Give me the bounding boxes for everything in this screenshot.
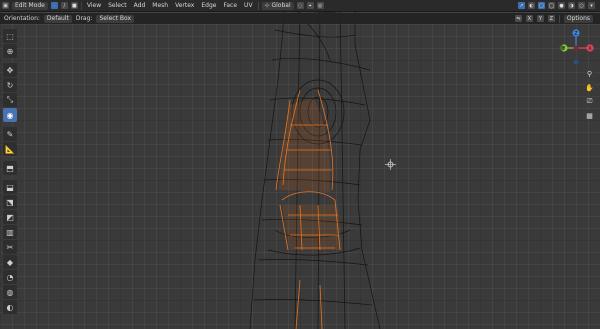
menu-add[interactable]: Add <box>132 2 148 9</box>
menu-face[interactable]: Face <box>221 2 239 9</box>
pivot-point-icon[interactable]: ◌ <box>296 2 304 9</box>
toolbar-gap <box>3 59 19 62</box>
menu-view[interactable]: View <box>85 2 103 9</box>
drag-label: Drag: <box>75 15 93 22</box>
toolbar-gap <box>3 123 19 126</box>
tool-select-box[interactable]: ⬚ <box>3 29 17 43</box>
gizmo-neg-z-handle[interactable] <box>573 59 579 65</box>
snap-icon[interactable]: ⌖ <box>306 2 314 9</box>
tool-annotate[interactable]: ✎ <box>3 127 17 141</box>
shading-wireframe-icon[interactable]: ◯ <box>548 2 555 9</box>
gizmo-x-label: X <box>588 46 592 52</box>
options-dropdown[interactable]: Options <box>563 14 593 23</box>
drag-value: Select Box <box>99 14 132 22</box>
options-label: Options <box>566 14 590 22</box>
orientation-icon: ⊹ <box>264 1 272 9</box>
tool-poly-build[interactable]: ◆ <box>3 255 17 269</box>
proportional-edit-icon[interactable]: ◎ <box>316 2 324 9</box>
transform-orientation-dropdown[interactable]: ⊹ Global <box>261 1 294 10</box>
viewport-header: ▣ Edit Mode · / ■ View Select Add Mesh V… <box>0 0 600 12</box>
editor-type-icon[interactable]: ▣ <box>2 2 9 9</box>
drag-dropdown[interactable]: Select Box <box>96 14 135 23</box>
tool-move[interactable]: ✥ <box>3 63 17 77</box>
navigation-gizmo[interactable]: X Y Z <box>556 28 596 68</box>
tool-extrude[interactable]: ⬓ <box>3 180 17 194</box>
tool-knife[interactable]: ✂ <box>3 240 17 254</box>
pan-hand-icon[interactable]: ✋ <box>584 82 595 93</box>
orientation-label: Orientation: <box>4 15 40 22</box>
tool-add-cube[interactable]: ⬒ <box>3 161 17 175</box>
zoom-icon[interactable]: ⚲ <box>584 68 595 79</box>
transform-orientation-label: Global <box>271 1 291 9</box>
axis-y-toggle[interactable]: Y <box>536 15 544 22</box>
mode-label: Edit Mode <box>15 1 45 9</box>
menu-vertex[interactable]: Vertex <box>173 2 196 9</box>
tool-settings-bar: Orientation: Default Drag: Select Box ⇋ … <box>0 13 600 24</box>
xray-icon[interactable]: ▢ <box>538 2 545 9</box>
vertex-select-icon[interactable]: · <box>50 2 58 9</box>
tool-loop-cut[interactable]: ▥ <box>3 225 17 239</box>
face-select-icon[interactable]: ■ <box>70 2 78 9</box>
orientation-dropdown[interactable]: Default <box>43 14 72 23</box>
gizmo-z-label: Z <box>574 31 578 37</box>
tool-scale[interactable]: ⤡ <box>3 93 17 107</box>
3d-cursor-icon[interactable] <box>385 159 396 170</box>
tool-spin[interactable]: ◔ <box>3 270 17 284</box>
tool-rotate[interactable]: ↻ <box>3 78 17 92</box>
mode-dropdown[interactable]: Edit Mode <box>12 1 48 10</box>
toolbar-gap <box>3 176 19 179</box>
mesh-wireframe[interactable] <box>0 0 600 329</box>
axis-z-toggle[interactable]: Z <box>547 15 555 22</box>
gizmo-neg-x-handle[interactable] <box>573 45 579 51</box>
camera-icon[interactable]: ⎚ <box>584 96 595 107</box>
orientation-value: Default <box>46 14 69 22</box>
tool-cursor[interactable]: ⊕ <box>3 44 17 58</box>
grid-projection-icon[interactable]: ▦ <box>584 110 595 121</box>
menu-uv[interactable]: UV <box>242 2 255 9</box>
shading-solid-icon[interactable]: ● <box>558 2 565 9</box>
menu-mesh[interactable]: Mesh <box>150 2 170 9</box>
shading-rendered-icon[interactable]: ○ <box>578 2 585 9</box>
mirror-icon[interactable]: ⇋ <box>514 15 522 22</box>
toolbar: ⬚ ⊕ ✥ ↻ ⤡ ◉ ✎ 📐 ⬒ ⬓ ⬔ ◩ ▥ ✂ ◆ ◔ ◍ ◐ <box>3 29 19 314</box>
menu-select[interactable]: Select <box>106 2 129 9</box>
divider <box>558 14 560 23</box>
tool-smooth[interactable]: ◍ <box>3 285 17 299</box>
gizmo-toggle-icon[interactable]: ↗ <box>518 2 525 9</box>
tool-measure[interactable]: 📐 <box>3 142 17 156</box>
menu-edge[interactable]: Edge <box>199 2 218 9</box>
overlay-icon[interactable]: ◐ <box>528 2 535 9</box>
toolbar-gap <box>3 157 19 160</box>
divider <box>257 1 259 10</box>
divider <box>80 1 82 10</box>
3d-viewport[interactable] <box>0 0 600 329</box>
tool-bevel[interactable]: ◩ <box>3 210 17 224</box>
shading-dropdown-icon[interactable]: ▾ <box>588 2 595 9</box>
tool-shrink-fatten[interactable]: ◐ <box>3 300 17 314</box>
shading-material-icon[interactable]: ◑ <box>568 2 575 9</box>
tool-inset[interactable]: ⬔ <box>3 195 17 209</box>
axis-x-toggle[interactable]: X <box>525 15 533 22</box>
edge-select-icon[interactable]: / <box>60 2 68 9</box>
tool-transform[interactable]: ◉ <box>3 108 17 122</box>
